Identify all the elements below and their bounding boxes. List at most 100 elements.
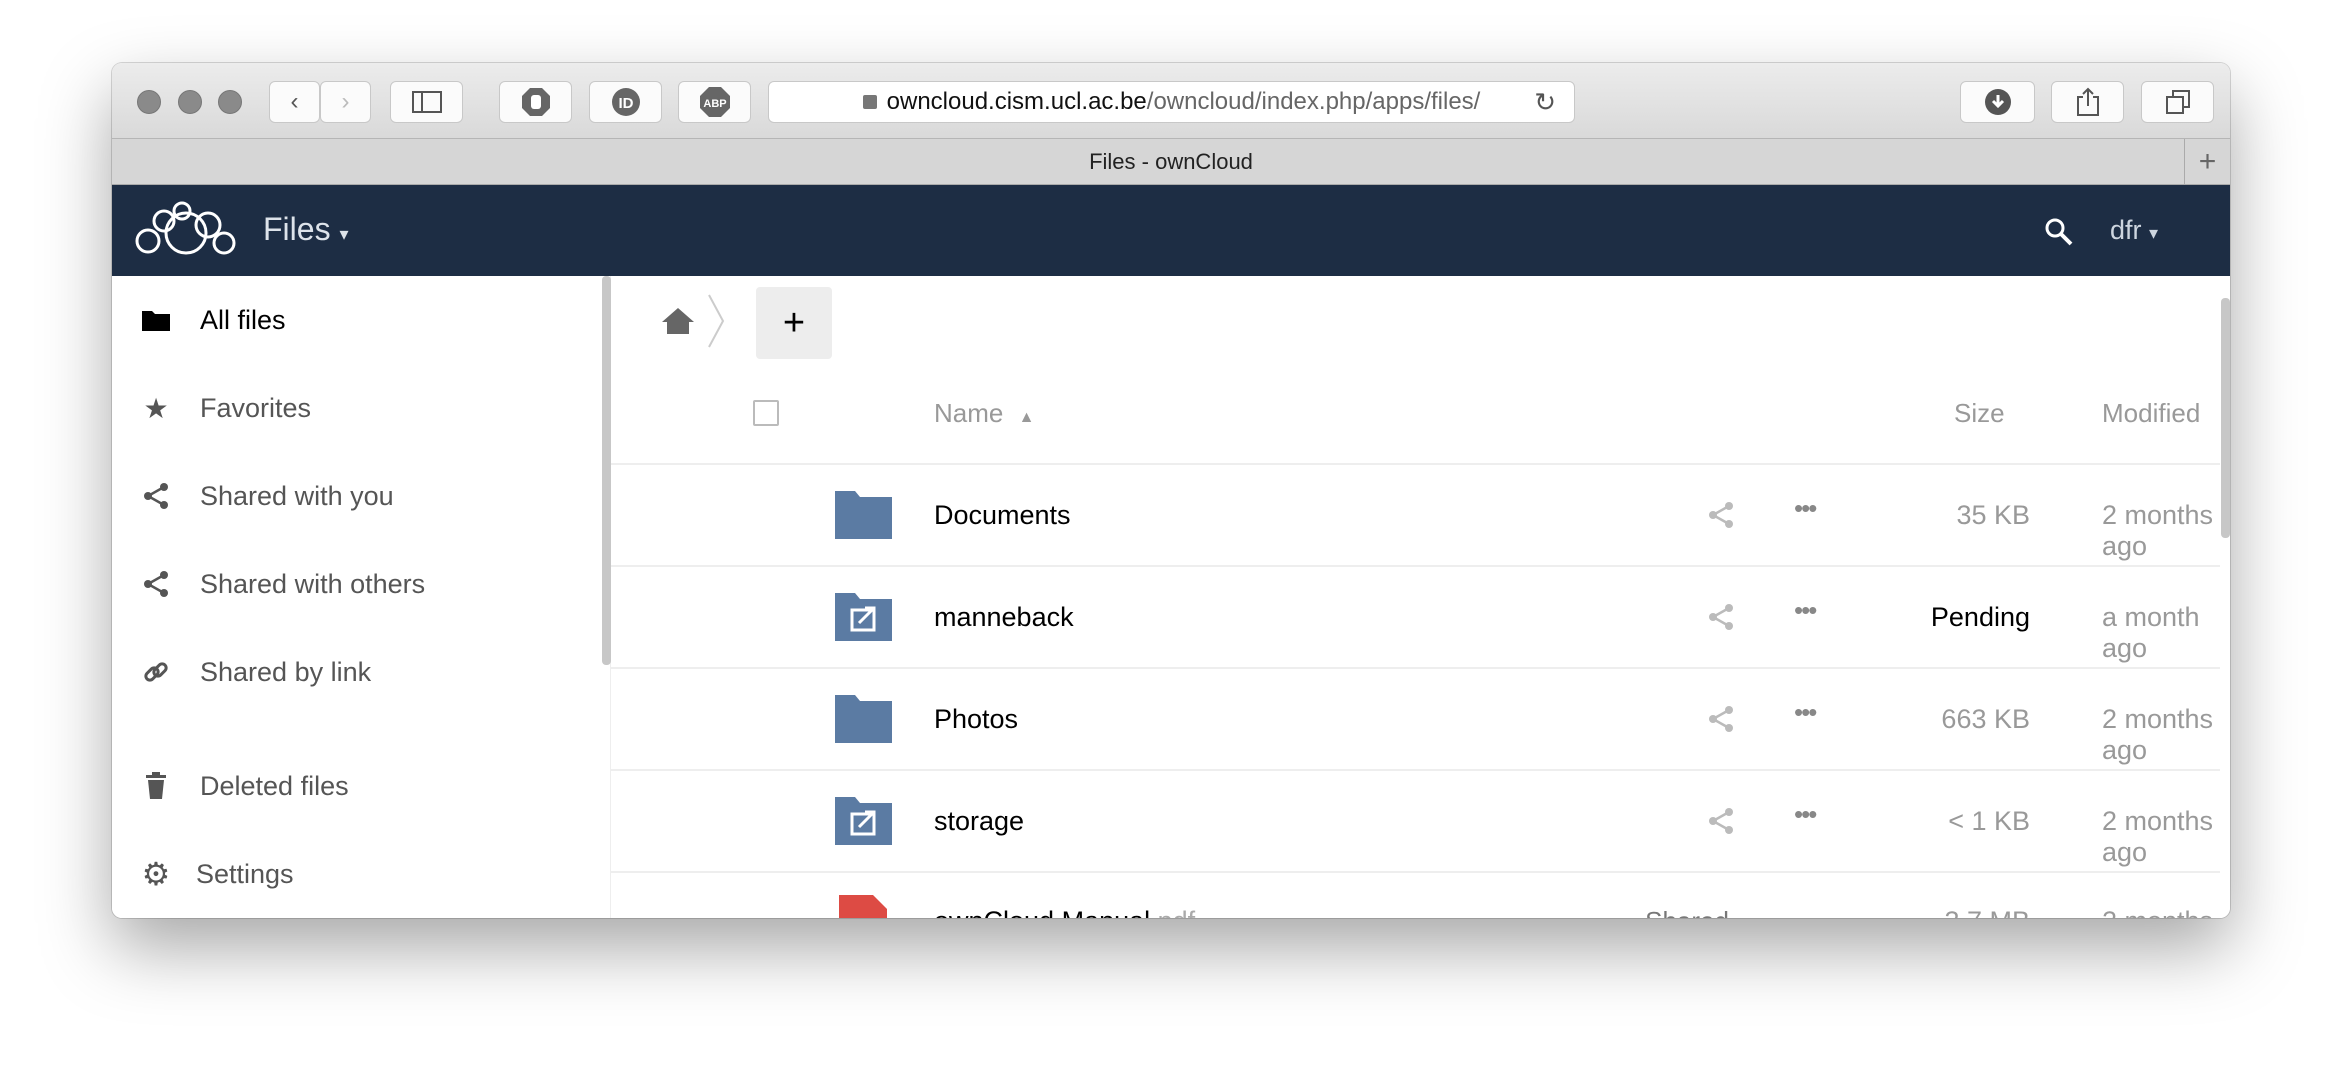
file-row[interactable]: Documents ••• 35 KB 2 months ago [611, 465, 2220, 567]
browser-window: ‹ › ID ABP owncloud.cism.ucl.ac.be/owncl… [112, 63, 2230, 918]
file-name[interactable]: ownCloud Manual.pdf [934, 906, 1195, 918]
chevron-left-icon: ‹ [290, 88, 299, 115]
sidebar-toggle-button[interactable] [390, 81, 463, 123]
app-header: Files ▾ dfr ▾ [112, 185, 2230, 276]
pdf-file-icon [839, 895, 887, 918]
file-size: 663 KB [1941, 704, 2030, 734]
app-name: Files [263, 211, 331, 247]
owncloud-logo[interactable] [134, 199, 238, 261]
new-file-button[interactable]: + [756, 287, 832, 359]
sort-by-name[interactable]: Name ▲ [934, 398, 1034, 429]
sidebar-item-label: Settings [196, 858, 294, 889]
new-tab-button[interactable]: + [2184, 139, 2230, 185]
sidebar-icon [411, 91, 442, 113]
sidebar-item-shared-by-link[interactable]: Shared by link [112, 632, 602, 712]
user-menu[interactable]: dfr ▾ [2110, 215, 2158, 246]
more-actions-icon[interactable]: ••• [1794, 697, 1817, 728]
sort-by-size[interactable]: Size [1954, 398, 2005, 429]
sidebar-item-favorites[interactable]: ★ Favorites [112, 368, 602, 448]
search-icon[interactable] [2044, 217, 2074, 247]
sidebar-item-shared-with-you[interactable]: Shared with you [112, 456, 602, 536]
shared-folder-icon [835, 797, 892, 845]
file-modified: 2 months ago [2102, 906, 2220, 918]
sort-by-modified[interactable]: Modified [2102, 398, 2200, 429]
select-all-checkbox[interactable] [753, 400, 779, 426]
extension-id-button[interactable]: ID [589, 81, 662, 123]
file-name[interactable]: manneback [934, 602, 1074, 633]
share-icon[interactable] [1707, 705, 1735, 733]
share-page-button[interactable] [2051, 81, 2124, 123]
file-extension: .pdf [1150, 906, 1195, 918]
tabs-overview-button[interactable] [2141, 81, 2214, 123]
sidebar-item-label: Deleted files [200, 770, 349, 801]
file-modified: 2 months ago [2102, 500, 2214, 561]
breadcrumb-separator-icon [708, 294, 725, 348]
file-basename: ownCloud Manual [934, 906, 1150, 918]
shared-indicator[interactable]: ● Shared [1627, 906, 1729, 918]
extension-privacy-button[interactable] [499, 81, 572, 123]
more-actions-icon[interactable]: ••• [1794, 493, 1817, 524]
sidebar-item-settings[interactable]: ⚙ Settings [112, 834, 602, 914]
forward-button[interactable]: › [320, 81, 371, 123]
folder-icon [835, 695, 892, 743]
plus-icon: + [2198, 145, 2217, 178]
shared-label: Shared [1645, 906, 1729, 918]
caret-down-icon: ▾ [2149, 223, 2159, 243]
more-actions-icon[interactable]: ••• [1794, 799, 1817, 830]
minimize-window-button[interactable] [178, 90, 202, 114]
file-modified: 2 months ago [2102, 704, 2214, 765]
file-list-scrollbar[interactable] [2221, 298, 2230, 538]
url-host: owncloud.cism.ucl.ac.be [886, 88, 1147, 115]
column-name-label: Name [934, 398, 1004, 428]
file-name[interactable]: storage [934, 806, 1024, 837]
folder-icon [140, 304, 172, 336]
lock-icon [862, 95, 877, 109]
share-icon[interactable] [1707, 807, 1735, 835]
app-menu-toggle[interactable]: Files ▾ [263, 211, 349, 248]
file-size: 3.7 MB [1944, 906, 2030, 918]
sidebar-item-deleted-files[interactable]: Deleted files [112, 746, 602, 826]
share-icon [140, 480, 172, 512]
trash-icon [140, 770, 172, 802]
file-modified: 2 months ago [2102, 806, 2214, 867]
sidebar-item-label: Shared by link [200, 656, 372, 687]
share-icon[interactable] [1707, 603, 1735, 631]
share-upload-icon [2076, 87, 2099, 116]
sort-ascending-icon: ▲ [1018, 409, 1035, 426]
close-window-button[interactable] [137, 90, 161, 114]
browser-toolbar: ‹ › ID ABP owncloud.cism.ucl.ac.be/owncl… [112, 63, 2230, 139]
address-bar[interactable]: owncloud.cism.ucl.ac.be/owncloud/index.p… [768, 81, 1575, 123]
adblock-icon: ABP [699, 87, 730, 117]
sidebar: All files ★ Favorites Shared with you Sh… [112, 276, 611, 918]
share-icon: ● [1627, 914, 1638, 918]
file-size: Pending [1930, 602, 2030, 632]
link-icon [140, 656, 172, 688]
file-row[interactable]: manneback ••• Pending a month ago [611, 567, 2220, 669]
downloads-button[interactable] [1960, 81, 2035, 123]
sidebar-item-label: Shared with you [200, 480, 394, 511]
share-icon[interactable] [1707, 501, 1735, 529]
file-row[interactable]: Photos ••• 663 KB 2 months ago [611, 669, 2220, 771]
sidebar-item-shared-with-others[interactable]: Shared with others [112, 544, 602, 624]
more-actions-icon[interactable]: ••• [1794, 595, 1817, 626]
file-size: < 1 KB [1948, 806, 2030, 836]
file-name[interactable]: Photos [934, 704, 1018, 735]
reload-icon[interactable]: ↻ [1534, 87, 1556, 118]
id-icon: ID [611, 88, 640, 116]
sidebar-item-all-files[interactable]: All files [112, 280, 602, 360]
star-icon: ★ [143, 392, 169, 424]
tabs-icon [2165, 90, 2190, 114]
file-name[interactable]: Documents [934, 500, 1071, 531]
extension-abp-button[interactable]: ABP [678, 81, 751, 123]
url-path: /owncloud/index.php/apps/files/ [1146, 88, 1481, 115]
file-modified: a month ago [2102, 602, 2200, 663]
svg-text:ABP: ABP [703, 98, 726, 110]
file-row[interactable]: storage ••• < 1 KB 2 months ago [611, 771, 2220, 873]
zoom-window-button[interactable] [218, 90, 242, 114]
gear-icon: ⚙ [141, 856, 171, 892]
sidebar-scrollbar[interactable] [602, 276, 611, 665]
back-button[interactable]: ‹ [269, 81, 320, 123]
tab-files[interactable]: Files - ownCloud [112, 149, 2230, 175]
file-row[interactable]: ownCloud Manual.pdf ● Shared 3.7 MB 2 mo… [611, 873, 2220, 918]
home-icon[interactable] [661, 306, 695, 336]
